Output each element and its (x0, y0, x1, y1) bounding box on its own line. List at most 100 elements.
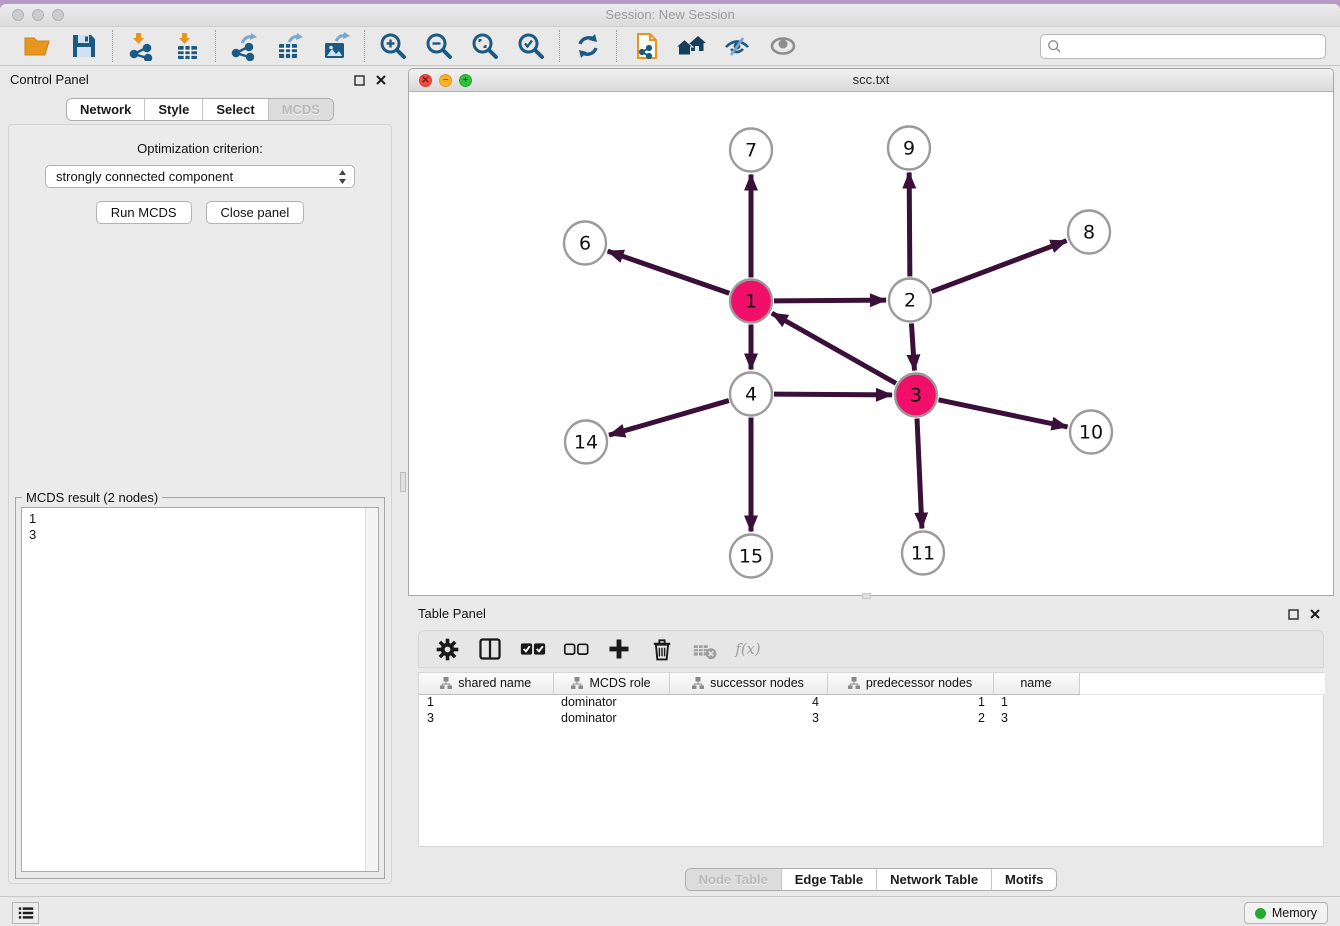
graph-node-9[interactable]: 9 (888, 127, 930, 170)
table-cell[interactable]: dominator (553, 694, 669, 710)
result-scrollbar[interactable] (365, 508, 378, 871)
import-network-button[interactable] (125, 30, 157, 62)
network-canvas[interactable]: 7 9 6 8 1 2 4 3 14 10 15 11 (409, 92, 1333, 595)
table-row[interactable]: 3dominator323 (419, 710, 1325, 726)
refresh-view-button[interactable] (572, 30, 604, 62)
hide-preview-button[interactable] (721, 30, 753, 62)
close-panel-button[interactable]: Close panel (206, 201, 305, 224)
graph-edge-2-8[interactable] (932, 241, 1067, 292)
graph-edge-1-2[interactable] (774, 300, 886, 301)
zoom-in-button[interactable] (377, 30, 409, 62)
minimize-window-icon[interactable] (32, 9, 44, 21)
table-panel-title: Table Panel (418, 606, 486, 621)
graph-edge-4-3[interactable] (774, 394, 892, 395)
memory-button[interactable]: Memory (1244, 902, 1328, 924)
table-tabbar: Node Table Edge Table Network Table Moti… (685, 868, 1058, 891)
float-table-panel-icon[interactable] (1286, 607, 1300, 621)
column-header-mcds-role[interactable]: MCDS role (553, 673, 669, 694)
graph-node-11[interactable]: 11 (902, 532, 944, 575)
zoom-fit-button[interactable] (469, 30, 501, 62)
horizontal-splitter-handle[interactable] (862, 593, 871, 599)
table-cell[interactable]: 1 (827, 694, 993, 710)
add-column-button[interactable] (605, 635, 633, 663)
delete-column-button[interactable] (648, 635, 676, 663)
table-cell[interactable]: 1 (419, 694, 553, 710)
graph-node-10[interactable]: 10 (1070, 411, 1112, 454)
column-header-successor-nodes[interactable]: successor nodes (669, 673, 827, 694)
export-network-button[interactable] (228, 30, 260, 62)
close-window-icon[interactable] (12, 9, 24, 21)
dropdown-stepper-icon (338, 169, 347, 185)
zoom-selected-button[interactable] (515, 30, 547, 62)
graph-edge-1-6[interactable] (608, 251, 730, 293)
export-image-button[interactable] (320, 30, 352, 62)
close-panel-icon[interactable] (374, 73, 388, 87)
select-all-columns-button[interactable] (519, 635, 547, 663)
close-table-panel-icon[interactable] (1308, 607, 1322, 621)
graph-node-15[interactable]: 15 (730, 535, 772, 578)
tab-node-table[interactable]: Node Table (686, 869, 782, 890)
unselect-all-columns-button[interactable] (562, 635, 590, 663)
criterion-dropdown[interactable]: strongly connected component (45, 165, 355, 188)
import-table-button[interactable] (171, 30, 203, 62)
network-view-title: scc.txt (409, 69, 1333, 91)
graph-node-2[interactable]: 2 (889, 279, 931, 322)
table-cell[interactable]: 3 (993, 710, 1079, 726)
table-cell[interactable]: 2 (827, 710, 993, 726)
table-cell[interactable]: dominator (553, 710, 669, 726)
table-cell[interactable]: 3 (419, 710, 553, 726)
graph-node-7[interactable]: 7 (730, 129, 772, 172)
show-preview-button[interactable] (767, 30, 799, 62)
table-cell[interactable]: 4 (669, 694, 827, 710)
run-mcds-button[interactable]: Run MCDS (96, 201, 192, 224)
graph-edge-2-9[interactable] (909, 172, 910, 276)
maximize-view-icon[interactable]: + (459, 74, 472, 87)
table-settings-button[interactable] (433, 635, 461, 663)
graph-node-6[interactable]: 6 (564, 222, 606, 265)
tab-select[interactable]: Select (203, 99, 268, 120)
zoom-out-button[interactable] (423, 30, 455, 62)
graph-node-label: 10 (1079, 422, 1103, 444)
graph-edge-3-1[interactable] (772, 313, 896, 383)
graph-node-1[interactable]: 1 (730, 280, 772, 323)
main-toolbar (0, 27, 1340, 66)
search-input[interactable] (1062, 37, 1325, 57)
tab-network[interactable]: Network (67, 99, 145, 120)
export-table-button[interactable] (274, 30, 306, 62)
tab-edge-table[interactable]: Edge Table (782, 869, 877, 890)
task-history-button[interactable] (12, 902, 39, 924)
network-from-file-button[interactable] (629, 30, 661, 62)
column-header-name[interactable]: name (993, 673, 1079, 694)
mcds-result-list[interactable]: 1 3 (21, 507, 379, 872)
graph-node-8[interactable]: 8 (1068, 211, 1110, 254)
home-button[interactable] (675, 30, 707, 62)
tab-style[interactable]: Style (145, 99, 203, 120)
column-header-predecessor-nodes[interactable]: predecessor nodes (827, 673, 993, 694)
close-view-icon[interactable]: ✕ (419, 74, 432, 87)
graph-node-14[interactable]: 14 (565, 421, 607, 464)
control-panel-title: Control Panel (10, 72, 89, 87)
graph-node-3[interactable]: 3 (895, 374, 937, 417)
graph-edge-3-11[interactable] (917, 418, 922, 528)
graph-edge-4-14[interactable] (609, 401, 729, 436)
graph-edge-2-3[interactable] (911, 323, 914, 370)
network-window-titlebar[interactable]: ✕ − + scc.txt (409, 69, 1333, 92)
open-session-button[interactable] (22, 30, 54, 62)
tab-mcds[interactable]: MCDS (269, 99, 333, 120)
tab-motifs[interactable]: Motifs (992, 869, 1056, 890)
tab-network-table[interactable]: Network Table (877, 869, 992, 890)
table-row[interactable]: 1dominator411 (419, 694, 1325, 710)
table-cell[interactable]: 1 (993, 694, 1079, 710)
graph-node-label: 3 (910, 385, 922, 407)
zoom-in-icon (378, 31, 408, 61)
column-header-shared-name[interactable]: shared name (419, 673, 553, 694)
graph-edge-3-10[interactable] (939, 400, 1068, 427)
save-session-button[interactable] (68, 30, 100, 62)
graph-node-4[interactable]: 4 (730, 373, 772, 416)
column-layout-button[interactable] (476, 635, 504, 663)
float-panel-icon[interactable] (352, 73, 366, 87)
minimize-view-icon[interactable]: − (439, 74, 452, 87)
table-cell[interactable]: 3 (669, 710, 827, 726)
vertical-splitter-handle[interactable] (400, 472, 406, 492)
maximize-window-icon[interactable] (52, 9, 64, 21)
